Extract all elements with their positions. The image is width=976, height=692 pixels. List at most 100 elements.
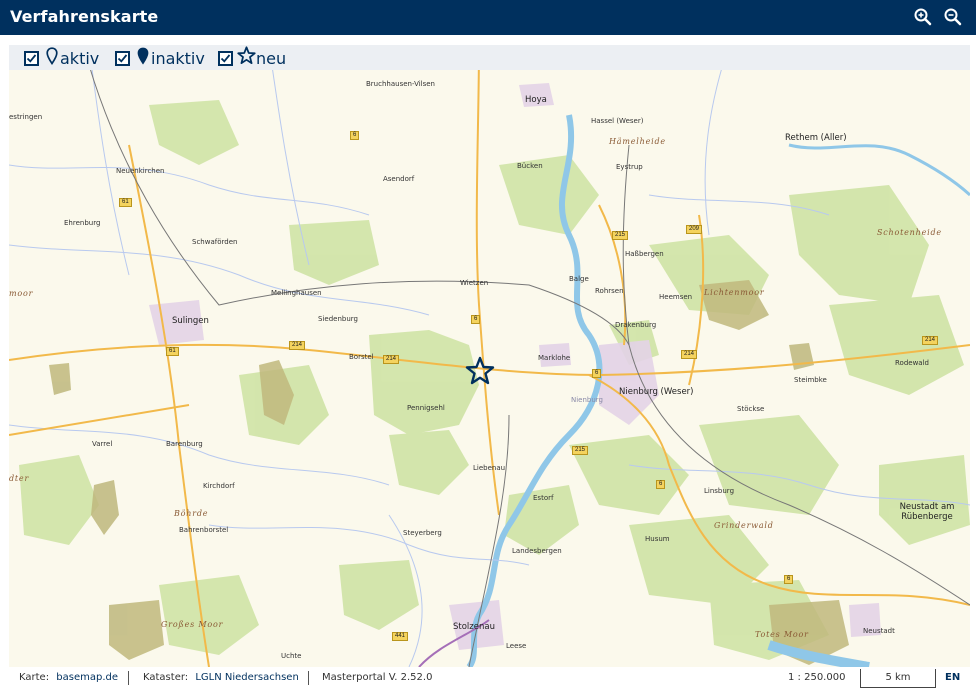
road-shield: 6 xyxy=(350,131,360,140)
road-shield: 214 xyxy=(681,350,698,359)
map-label: Uchte xyxy=(281,652,302,660)
map-label: Neuenkirchen xyxy=(116,167,165,175)
legend-label: aktiv xyxy=(60,48,100,68)
road-shield: 6 xyxy=(656,480,666,489)
map-label: Landesbergen xyxy=(512,547,562,555)
map-label: Leese xyxy=(506,642,527,650)
legend-label: neu xyxy=(256,48,287,68)
road-shield: 214 xyxy=(383,355,400,364)
map-label: Husum xyxy=(645,535,670,543)
header-bar: Verfahrenskarte xyxy=(0,0,976,35)
map-label: Grinderwald xyxy=(714,521,774,530)
map-label: Linsburg xyxy=(704,487,735,495)
map-label: Ehrenburg xyxy=(64,219,101,227)
legend-item-neu[interactable]: neu xyxy=(218,46,287,70)
map-label: Großes Moor xyxy=(161,620,224,629)
zoom-out-icon[interactable] xyxy=(943,7,963,27)
scale-bar: 5 km xyxy=(860,669,936,688)
divider xyxy=(128,671,129,685)
checkbox-checked-icon[interactable] xyxy=(24,50,39,66)
map-label: Rethem (Aller) xyxy=(785,133,847,143)
road-shield: 6 xyxy=(784,575,794,584)
map-label: Bahrenborstel xyxy=(179,526,229,534)
attribution-kataster: Kataster: LGLN Niedersachsen xyxy=(143,672,299,683)
map-label: Wietzen xyxy=(460,279,489,287)
road-shield: 61 xyxy=(119,198,132,207)
basemap-link[interactable]: basemap.de xyxy=(56,672,118,683)
map-label: Marklohe xyxy=(538,354,571,362)
map-label: Bruchhausen-Vilsen xyxy=(366,80,435,88)
map-label: Lichtenmoor xyxy=(704,288,765,297)
road-shield: 6 xyxy=(592,369,602,378)
attribution-label: Kataster: xyxy=(143,672,189,683)
legend-bar: aktiv inaktiv neu xyxy=(9,45,970,70)
road-shield: 214 xyxy=(922,336,939,345)
map-label: Eystrup xyxy=(616,163,643,171)
map-label: Rohrsen xyxy=(595,287,624,295)
legend-item-aktiv[interactable]: aktiv xyxy=(24,46,100,70)
app-root: Verfahrenskarte Bruchhausen-Vilsen Hoya … xyxy=(0,0,976,692)
map-label: Hassel (Weser) xyxy=(591,117,644,125)
map-label: Pennigsehl xyxy=(407,404,445,412)
map-label: moor xyxy=(9,289,34,298)
road-shield: 215 xyxy=(572,446,589,455)
language-switch-button[interactable]: EN xyxy=(945,672,960,683)
map-label: Barenburg xyxy=(166,440,203,448)
map-label: Liebenau xyxy=(473,464,506,472)
map-label: Hoya xyxy=(525,95,547,105)
map-canvas[interactable]: Bruchhausen-Vilsen Hoya Hassel (Weser) H… xyxy=(9,45,970,667)
road-shield: 209 xyxy=(686,225,703,234)
road-shield: 61 xyxy=(166,347,179,356)
attribution-karte: Karte: basemap.de xyxy=(19,672,118,683)
legend-item-inaktiv[interactable]: inaktiv xyxy=(115,47,205,70)
legend-label: inaktiv xyxy=(151,48,205,68)
map-label: Estorf xyxy=(533,494,554,502)
map-label: Sulingen xyxy=(172,316,209,326)
map-label: Totes Moor xyxy=(755,630,809,639)
map-label: Kirchdorf xyxy=(203,482,235,490)
road-shield: 6 xyxy=(471,315,481,324)
footer-bar: Karte: basemap.de Kataster: LGLN Nieders… xyxy=(0,667,976,692)
page-title: Verfahrenskarte xyxy=(10,7,159,26)
map-label: Stöckse xyxy=(737,405,765,413)
map-label: Nienburg xyxy=(571,396,604,404)
zoom-in-icon[interactable] xyxy=(913,7,933,27)
checkbox-checked-icon[interactable] xyxy=(218,50,233,66)
map-label: Bücken xyxy=(517,162,543,170)
road-shield: 441 xyxy=(392,632,409,641)
map-label: Steimbke xyxy=(794,376,827,384)
map-label: Mellinghausen xyxy=(271,289,322,297)
map-label: Schotenheide xyxy=(877,228,942,237)
road-shield: 215 xyxy=(612,231,629,240)
map-label: Neustadt xyxy=(863,627,895,635)
checkbox-checked-icon[interactable] xyxy=(115,50,130,66)
map-label: Neustadt am Rübenberge xyxy=(899,502,955,522)
map-label: Haßbergen xyxy=(625,250,664,258)
map-label: Heemsen xyxy=(659,293,693,301)
divider xyxy=(308,671,309,685)
map-label: Hämelheide xyxy=(609,137,666,146)
lgln-link[interactable]: LGLN Niedersachsen xyxy=(195,672,298,683)
scale-text: 1 : 250.000 xyxy=(788,672,846,683)
attribution-label: Karte: xyxy=(19,672,50,683)
version-text: Masterportal V. 2.52.0 xyxy=(322,672,433,683)
star-outline-icon xyxy=(237,46,256,70)
map-label: Varrel xyxy=(92,440,113,448)
map-label: Steyerberg xyxy=(403,529,442,537)
map-pin-outline-icon xyxy=(46,46,58,70)
map-label: Böhrde xyxy=(174,509,209,518)
map-label: Stolzenau xyxy=(453,622,495,632)
map-label: Rodewald xyxy=(895,359,929,367)
map-label: estringen xyxy=(9,113,43,121)
map-label: Schwaförden xyxy=(192,238,238,246)
map-pin-filled-icon xyxy=(137,47,149,70)
star-marker-icon[interactable] xyxy=(465,356,495,386)
map-label: dter xyxy=(9,474,30,483)
road-shield: 214 xyxy=(289,341,306,350)
map-label: Drakenburg xyxy=(615,321,657,329)
map-label: Borstel xyxy=(349,353,374,361)
map-label: Balge xyxy=(569,275,589,283)
map-label: Siedenburg xyxy=(318,315,358,323)
map-label: Nienburg (Weser) xyxy=(619,387,694,397)
map-label: Asendorf xyxy=(383,175,415,183)
